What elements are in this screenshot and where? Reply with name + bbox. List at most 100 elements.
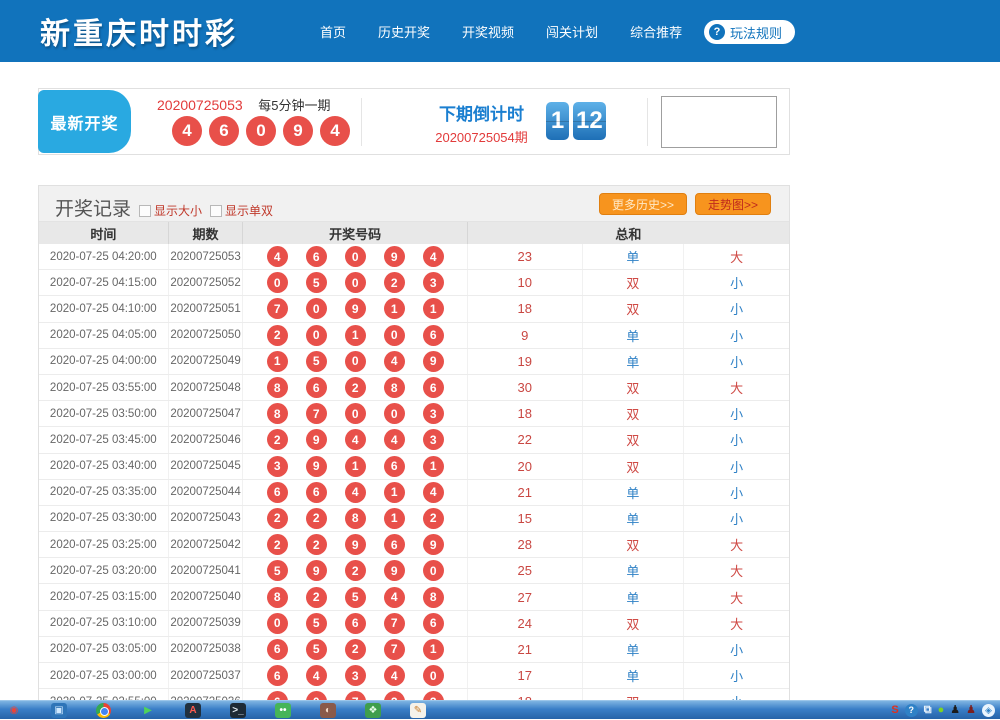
row-time: 2020-07-25 03:20:00 bbox=[39, 558, 169, 583]
media-player-icon[interactable]: ▶ bbox=[140, 703, 156, 718]
row-time: 2020-07-25 04:00:00 bbox=[39, 349, 169, 374]
lottery-ball: 2 bbox=[345, 377, 366, 398]
lottery-ball: 6 bbox=[209, 116, 239, 146]
lottery-ball: 2 bbox=[267, 508, 288, 529]
lottery-ball: 4 bbox=[320, 116, 350, 146]
photoshop-icon[interactable]: A bbox=[185, 703, 201, 718]
lottery-ball: 1 bbox=[423, 639, 444, 660]
lottery-ball: 5 bbox=[267, 560, 288, 581]
row-big-small: 小 bbox=[684, 454, 789, 479]
my-computer-icon[interactable]: ▣ bbox=[51, 703, 67, 718]
show-bigsmall-checkbox[interactable]: 显示大小 bbox=[139, 202, 202, 219]
lottery-ball: 5 bbox=[345, 587, 366, 608]
rules-button[interactable]: ? 玩法规则 bbox=[704, 20, 795, 44]
lottery-ball: 6 bbox=[306, 482, 327, 503]
photo-icon[interactable]: ◐ bbox=[320, 703, 336, 718]
checkbox-icon[interactable] bbox=[139, 205, 151, 217]
help-icon[interactable]: ? bbox=[905, 704, 918, 717]
row-time: 2020-07-25 03:05:00 bbox=[39, 637, 169, 662]
show-oddeven-checkbox[interactable]: 显示单双 bbox=[210, 202, 273, 219]
nav-item[interactable]: 首页 bbox=[320, 22, 346, 41]
row-odd-even: 双 bbox=[583, 401, 685, 426]
show-oddeven-label: 显示单双 bbox=[225, 202, 273, 219]
terminal-icon[interactable]: >_ bbox=[230, 703, 246, 718]
row-balls: 22812 bbox=[243, 506, 467, 531]
row-balls: 60723 bbox=[243, 689, 467, 700]
nav-item[interactable]: 开奖视频 bbox=[462, 22, 514, 41]
lottery-ball: 3 bbox=[423, 403, 444, 424]
lottery-ball: 2 bbox=[306, 534, 327, 555]
row-sum: 25 bbox=[468, 558, 583, 583]
row-sum: 21 bbox=[468, 637, 583, 662]
lottery-ball: 8 bbox=[267, 587, 288, 608]
table-row: 2020-07-25 03:20:00202007250415929025单大 bbox=[39, 558, 789, 584]
latest-draw-tab: 最新开奖 bbox=[38, 90, 131, 153]
row-time: 2020-07-25 04:10:00 bbox=[39, 296, 169, 321]
site-logo[interactable]: 新重庆时时彩 bbox=[40, 9, 238, 53]
row-sum: 10 bbox=[468, 270, 583, 295]
nav-item[interactable]: 闯关计划 bbox=[546, 22, 598, 41]
row-sum: 9 bbox=[468, 323, 583, 348]
row-balls: 29443 bbox=[243, 427, 467, 452]
online-icon[interactable]: ● bbox=[938, 705, 945, 716]
row-sum: 20 bbox=[468, 454, 583, 479]
records-title: 开奖记录 bbox=[55, 194, 131, 221]
row-big-small: 小 bbox=[684, 506, 789, 531]
row-sum: 19 bbox=[468, 349, 583, 374]
countdown-block: 下期倒计时 20200725054期 bbox=[424, 100, 539, 146]
lottery-ball: 5 bbox=[306, 613, 327, 634]
show-bigsmall-label: 显示大小 bbox=[154, 202, 202, 219]
wechat-icon[interactable]: •• bbox=[275, 703, 291, 718]
row-big-small: 大 bbox=[684, 244, 789, 269]
records-panel: 开奖记录 显示大小 显示单双 更多历史>> 走势图>> 时间 期数 开奖号码 总… bbox=[38, 185, 790, 700]
row-big-small: 大 bbox=[684, 584, 789, 609]
lottery-ball: 4 bbox=[345, 482, 366, 503]
messenger-icon[interactable]: ◈ bbox=[982, 704, 995, 717]
game-icon[interactable]: ❖ bbox=[365, 703, 381, 718]
qq-icon[interactable]: ♟ bbox=[950, 705, 960, 716]
row-time: 2020-07-25 03:40:00 bbox=[39, 454, 169, 479]
row-odd-even: 单 bbox=[583, 506, 685, 531]
table-row: 2020-07-25 03:00:00202007250376434017单小 bbox=[39, 663, 789, 689]
qq2-icon[interactable]: ♟ bbox=[966, 705, 976, 716]
system-tray: S? ⧉ ● ♟ ♟ ◈ bbox=[891, 701, 995, 720]
lottery-ball: 7 bbox=[345, 691, 366, 700]
lottery-ball: 2 bbox=[384, 691, 405, 700]
trend-chart-button[interactable]: 走势图>> bbox=[695, 193, 771, 215]
more-history-button[interactable]: 更多历史>> bbox=[599, 193, 687, 215]
row-big-small: 小 bbox=[684, 349, 789, 374]
row-period: 20200725050 bbox=[169, 323, 244, 348]
lottery-ball: 0 bbox=[384, 403, 405, 424]
lottery-ball: 1 bbox=[345, 456, 366, 477]
lottery-ball: 6 bbox=[306, 246, 327, 267]
table-row: 2020-07-25 04:10:00202007250517091118双小 bbox=[39, 296, 789, 322]
lottery-ball: 1 bbox=[384, 508, 405, 529]
current-period: 20200725053 bbox=[157, 97, 243, 113]
nav-item[interactable]: 综合推荐 bbox=[630, 22, 682, 41]
clip-icon[interactable]: ⧉ bbox=[924, 705, 932, 716]
chrome-icon[interactable] bbox=[96, 703, 111, 718]
lottery-ball: 8 bbox=[345, 508, 366, 529]
col-numbers: 开奖号码 bbox=[243, 222, 467, 244]
sogou-icon[interactable]: S bbox=[891, 705, 898, 716]
launcher-icon[interactable]: ◉ bbox=[6, 703, 22, 718]
row-big-small: 小 bbox=[684, 270, 789, 295]
lottery-ball: 5 bbox=[306, 351, 327, 372]
row-balls: 05676 bbox=[243, 611, 467, 636]
row-sum: 17 bbox=[468, 663, 583, 688]
nav-item[interactable]: 历史开奖 bbox=[378, 22, 430, 41]
lottery-ball: 2 bbox=[267, 325, 288, 346]
countdown-digit: 1 bbox=[546, 102, 569, 140]
row-odd-even: 双 bbox=[583, 427, 685, 452]
row-sum: 23 bbox=[468, 244, 583, 269]
checkbox-icon[interactable] bbox=[210, 205, 222, 217]
row-period: 20200725052 bbox=[169, 270, 244, 295]
row-time: 2020-07-25 03:15:00 bbox=[39, 584, 169, 609]
notes-icon[interactable]: ✎ bbox=[410, 703, 426, 718]
row-odd-even: 单 bbox=[583, 663, 685, 688]
lottery-ball: 1 bbox=[267, 351, 288, 372]
lottery-ball: 4 bbox=[423, 482, 444, 503]
row-time: 2020-07-25 03:00:00 bbox=[39, 663, 169, 688]
table-row: 2020-07-25 03:05:00202007250386527121单小 bbox=[39, 637, 789, 663]
lottery-ball: 5 bbox=[306, 272, 327, 293]
